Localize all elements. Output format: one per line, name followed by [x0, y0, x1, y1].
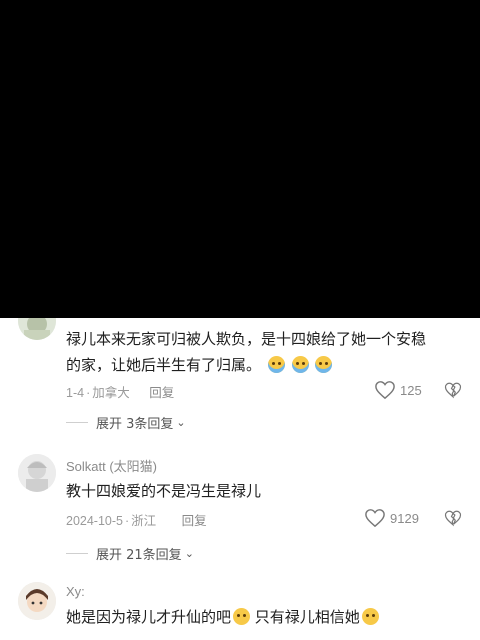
avatar[interactable]: [18, 582, 56, 620]
pleading-face-icon: [361, 608, 379, 625]
chevron-down-icon: ⌄: [176, 416, 186, 429]
loudly-crying-face-icon: [267, 356, 285, 373]
like-button[interactable]: 9129: [364, 508, 419, 528]
comment-meta: 2024-10-5 · 浙江 回复: [66, 514, 207, 528]
heart-icon: [374, 380, 396, 400]
comment-text: 禄儿本来无家可归被人欺负，是十四娘给了她一个安稳 的家，让她后半生有了归属。: [66, 330, 427, 374]
pleading-face-icon: [233, 608, 251, 625]
video-player[interactable]: [0, 0, 480, 318]
comment-username[interactable]: Solkatt (太阳猫): [66, 456, 157, 475]
comment-text: 她是因为禄儿才升仙的吧 只有禄儿相信她: [66, 604, 461, 630]
comment-meta: 1-4 · 加拿大 回复: [66, 386, 175, 400]
heart-icon: [364, 508, 386, 528]
comment-text: 教十四娘爱的不是冯生是禄儿: [66, 482, 262, 500]
reply-button[interactable]: 回复: [149, 386, 174, 400]
expand-replies-button[interactable]: 展开 21条回复 ⌄: [66, 544, 194, 563]
comment-location: 浙江: [131, 514, 157, 528]
like-button[interactable]: 125: [374, 380, 422, 400]
comment-username[interactable]: Xy:: [66, 584, 85, 599]
comment-date: 2024-10-5: [66, 514, 123, 528]
broken-heart-icon[interactable]: [444, 381, 462, 399]
like-count: 9129: [390, 510, 419, 526]
reply-button[interactable]: 回复: [182, 514, 207, 528]
loudly-crying-face-icon: [291, 356, 309, 373]
comment-date: 1-4: [66, 386, 85, 400]
like-count: 125: [400, 382, 422, 398]
broken-heart-icon[interactable]: [444, 509, 462, 527]
avatar[interactable]: [18, 454, 56, 492]
chevron-down-icon: ⌄: [184, 547, 194, 560]
comment-location: 加拿大: [92, 386, 130, 400]
loudly-crying-face-icon: [315, 356, 333, 373]
avatar[interactable]: [18, 318, 56, 340]
expand-replies-button[interactable]: 展开 3条回复 ⌄: [66, 413, 186, 432]
expand-divider: [66, 553, 88, 554]
expand-divider: [66, 422, 88, 423]
comment-sheet: 禄儿本来无家可归被人欺负，是十四娘给了她一个安稳 的家，让她后半生有了归属。 1…: [0, 318, 480, 640]
